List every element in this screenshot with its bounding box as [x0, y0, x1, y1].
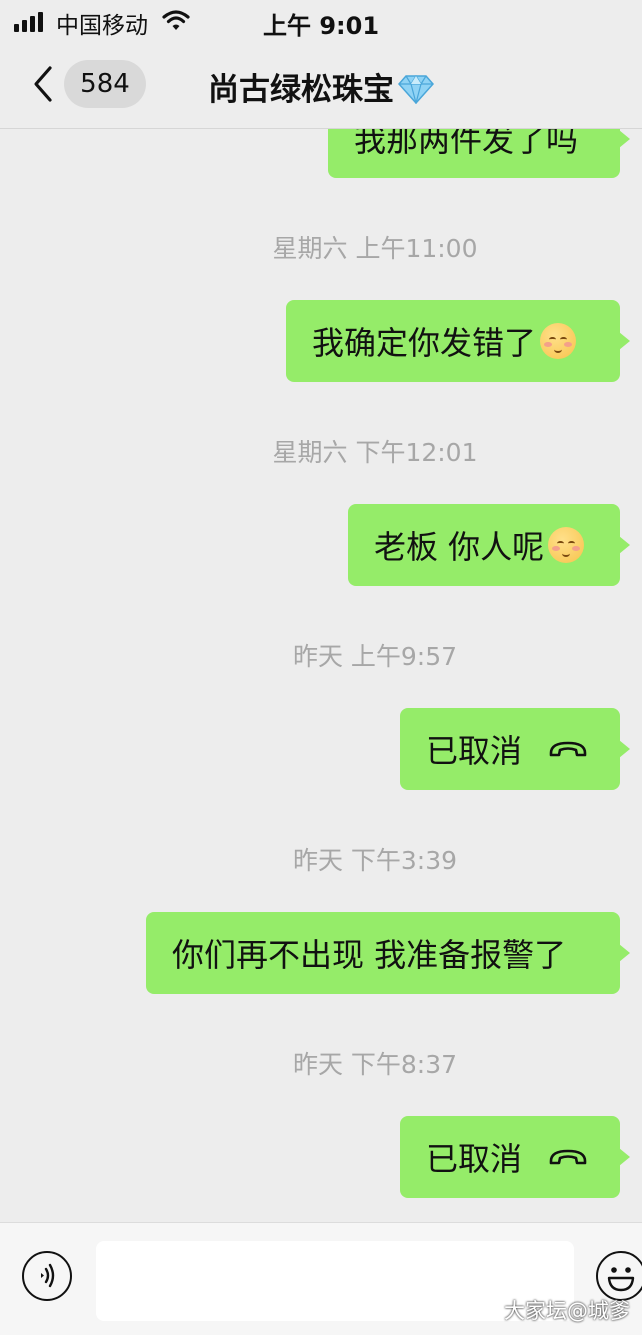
- chat-title-text: 尚古绿松珠宝: [208, 72, 394, 108]
- chat-header: 584 尚古绿松珠宝: [0, 42, 642, 129]
- message-bubble[interactable]: 我那两件发了吗: [328, 128, 630, 178]
- message-bubble[interactable]: 你们再不出现 我准备报警了: [146, 912, 630, 994]
- timestamp: 星期六 下午12:01: [272, 438, 478, 467]
- call-status-text: 已取消: [426, 732, 523, 770]
- chat-title: 尚古绿松珠宝: [0, 64, 642, 109]
- timestamp: 昨天 下午8:37: [292, 1050, 458, 1079]
- phone-hangup-icon: [549, 1149, 587, 1165]
- timestamp: 昨天 下午3:39: [292, 846, 458, 875]
- call-record-bubble[interactable]: 已取消: [400, 708, 630, 790]
- phone-hangup-icon: [549, 741, 587, 757]
- voice-icon[interactable]: [22, 1251, 72, 1301]
- pleading-face-emoji-icon: [548, 527, 585, 563]
- call-record-bubble[interactable]: 已取消: [400, 1116, 630, 1198]
- diamond-icon: [398, 74, 434, 104]
- message-text: 我那两件发了吗: [354, 128, 579, 159]
- status-time: 上午 9:01: [262, 12, 380, 40]
- status-bar: 中国移动 上午 9:01: [0, 0, 642, 42]
- timestamp: 昨天 上午9:57: [292, 642, 458, 671]
- message-text: 我确定你发错了: [312, 324, 537, 362]
- timestamp: 星期六 上午11:00: [272, 234, 478, 263]
- message-bubble[interactable]: 我确定你发错了: [286, 300, 630, 382]
- message-list[interactable]: 我那两件发了吗 星期六 上午11:00 我确定你发错了 星期六 下午12:01 …: [0, 128, 642, 1222]
- message-text: 你们再不出现 我准备报警了: [172, 936, 567, 974]
- pleading-face-emoji-icon: [540, 323, 577, 359]
- message-input[interactable]: [96, 1241, 574, 1321]
- message-bubble[interactable]: 老板 你人呢: [348, 504, 630, 586]
- watermark: 大家坛@城爹: [504, 1299, 630, 1323]
- emoji-icon[interactable]: [596, 1251, 642, 1301]
- call-status-text: 已取消: [426, 1140, 523, 1178]
- message-text: 老板 你人呢: [374, 528, 545, 566]
